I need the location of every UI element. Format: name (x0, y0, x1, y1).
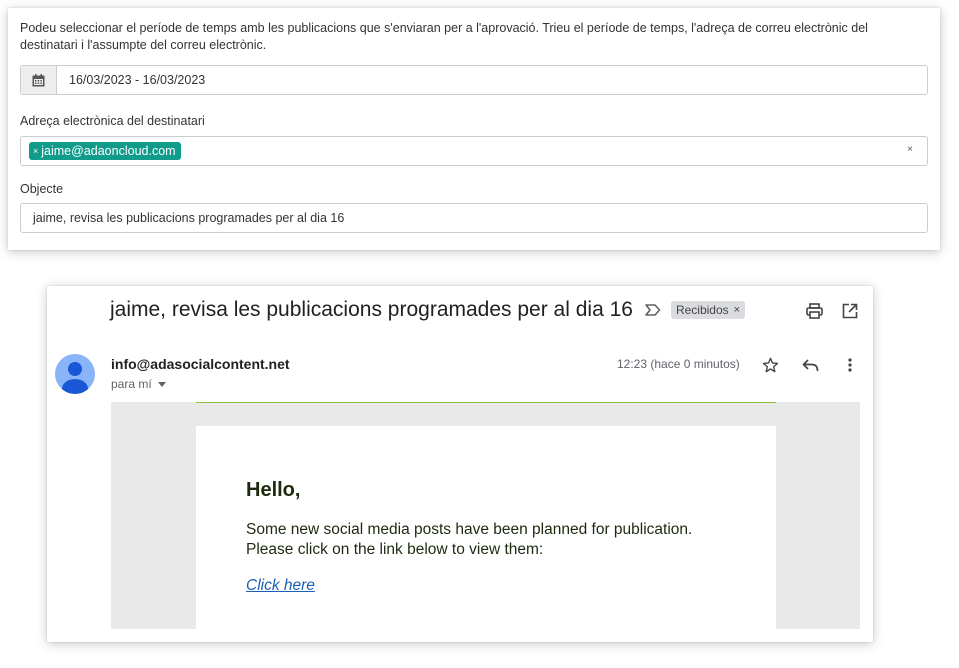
sender-avatar[interactable] (55, 354, 95, 394)
email-content: Hello, Some new social media posts have … (196, 426, 776, 629)
inbox-label-text: Recibidos (675, 303, 729, 317)
email-subject-row: jaime, revisa les publicacions programad… (110, 298, 746, 322)
click-here-link[interactable]: Click here (246, 577, 315, 595)
date-range-picker[interactable]: 16/03/2023 - 16/03/2023 (20, 65, 928, 95)
email-body: Hello, Some new social media posts have … (111, 402, 860, 629)
print-icon[interactable] (805, 302, 823, 320)
star-icon[interactable] (761, 356, 779, 374)
more-options-icon[interactable] (841, 356, 859, 374)
email-message: Some new social media posts have been pl… (246, 520, 746, 560)
clear-recipients-icon[interactable]: × (907, 144, 913, 155)
subject-input[interactable]: jaime, revisa les publicacions programad… (20, 203, 928, 233)
calendar-icon[interactable] (21, 66, 57, 94)
important-label-icon[interactable] (645, 304, 661, 316)
email-preview: jaime, revisa les publicacions programad… (47, 286, 873, 642)
sender-email[interactable]: info@adasocialcontent.net (111, 356, 290, 372)
to-me-label: para mí (111, 377, 152, 391)
email-line-1: Some new social media posts have been pl… (246, 521, 693, 538)
recipient-tag: × jaime@adaoncloud.com (29, 142, 181, 160)
recipient-details[interactable]: para mí (111, 377, 166, 391)
form-intro-text: Podeu seleccionar el període de temps am… (20, 21, 868, 52)
accent-divider (196, 402, 776, 403)
approval-form-panel: Podeu seleccionar el període de temps am… (8, 8, 940, 250)
remove-tag-icon[interactable]: × (33, 142, 38, 160)
remove-label-icon[interactable]: × (734, 304, 740, 316)
open-new-window-icon[interactable] (841, 302, 859, 320)
email-greeting: Hello, (246, 479, 301, 501)
email-timestamp: 12:23 (hace 0 minutos) (617, 357, 740, 371)
email-top-actions (805, 302, 859, 320)
message-actions (761, 356, 859, 374)
email-subject: jaime, revisa les publicacions programad… (110, 298, 633, 321)
recipient-label: Adreça electrònica del destinatari (20, 114, 205, 128)
recipient-input[interactable]: × jaime@adaoncloud.com × (20, 136, 928, 166)
inbox-label-chip: Recibidos × (670, 301, 746, 319)
subject-label: Objecte (20, 182, 64, 196)
email-line-2: Please click on the link below to view t… (246, 541, 544, 558)
chevron-down-icon[interactable] (157, 381, 166, 387)
reply-icon[interactable] (801, 356, 819, 374)
date-range-value[interactable]: 16/03/2023 - 16/03/2023 (57, 66, 205, 94)
recipient-tag-label: jaime@adaoncloud.com (41, 144, 176, 158)
